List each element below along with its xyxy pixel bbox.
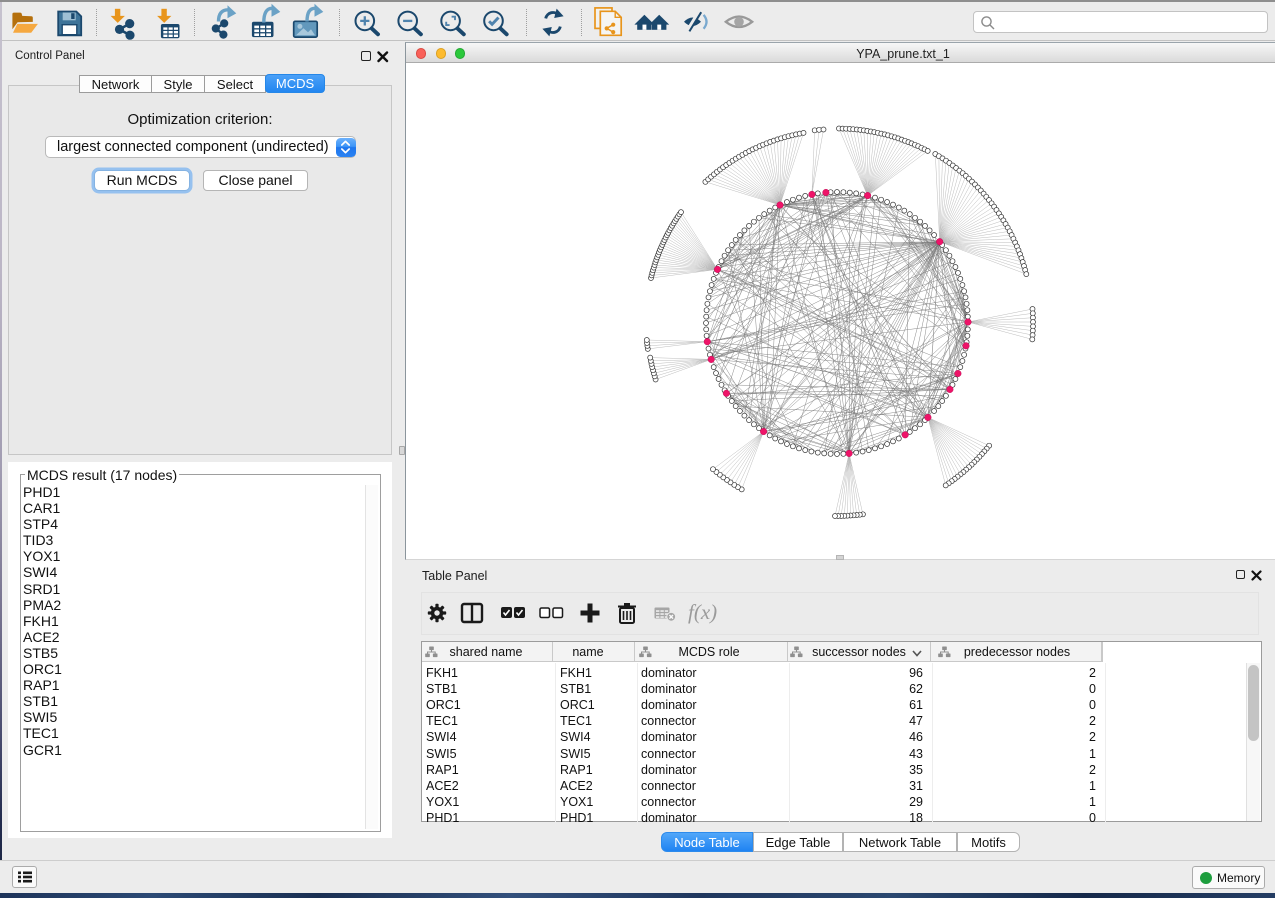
svg-text:f(x): f(x) bbox=[688, 600, 717, 624]
